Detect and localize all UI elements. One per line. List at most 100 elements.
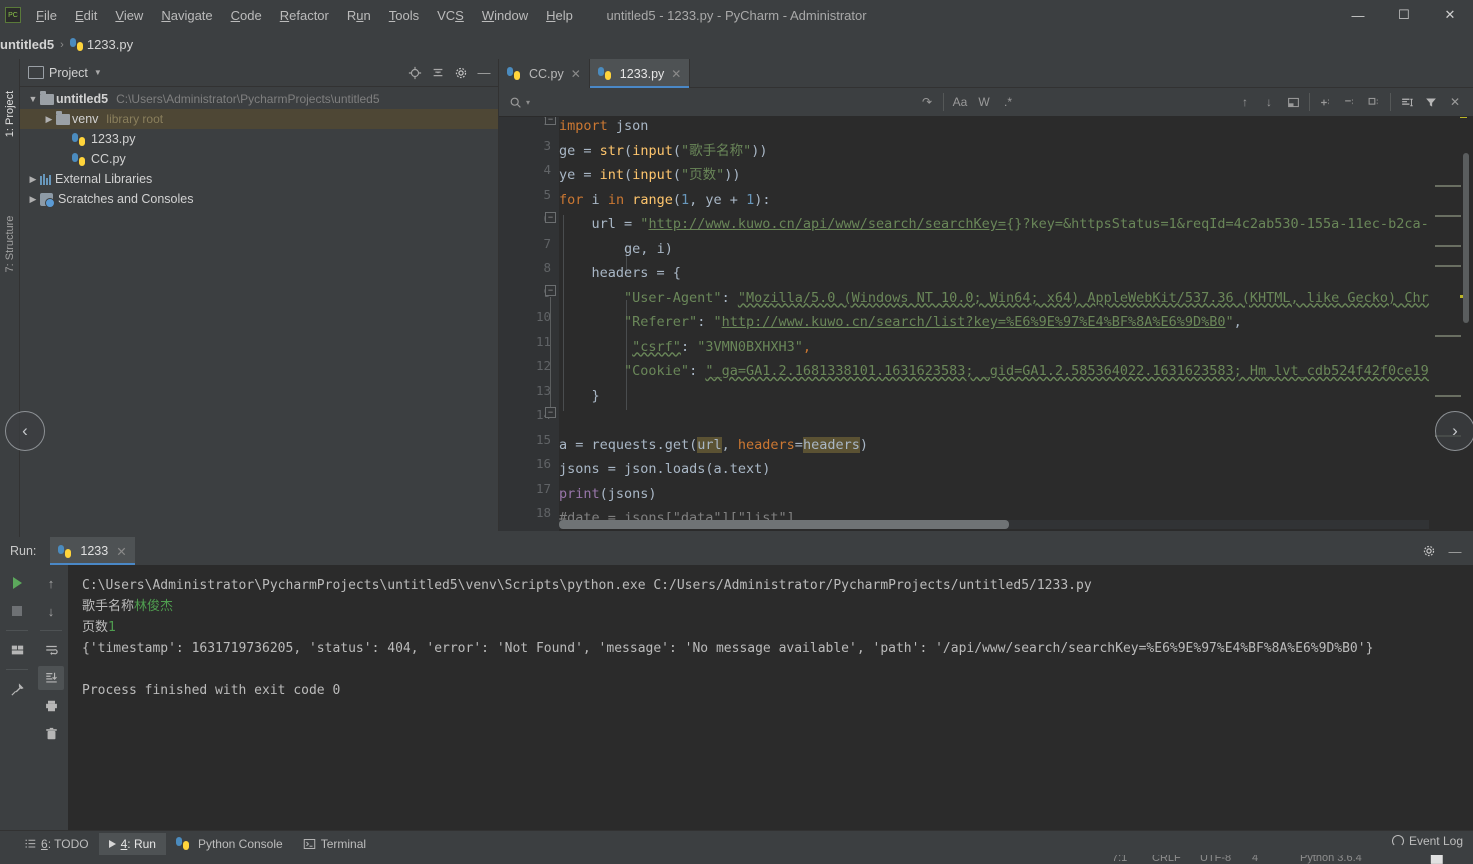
add-icon[interactable] <box>1314 91 1338 113</box>
project-panel-title: Project <box>49 66 88 80</box>
tree-item-scratches[interactable]: ▶ Scratches and Consoles <box>20 189 498 209</box>
console-output[interactable]: C:\Users\Administrator\PycharmProjects\u… <box>68 565 1473 830</box>
clear-all-button[interactable] <box>38 722 64 746</box>
filter-icon[interactable] <box>1419 91 1443 113</box>
locate-icon[interactable] <box>405 63 425 83</box>
tree-item-1233py[interactable]: 1233.py <box>20 129 498 149</box>
remove-icon[interactable] <box>1338 91 1362 113</box>
vertical-scrollbar-thumb[interactable] <box>1463 153 1469 323</box>
search-text-field[interactable] <box>534 95 874 109</box>
file-encoding[interactable]: UTF-8 <box>1200 855 1231 864</box>
edit-icon[interactable] <box>1362 91 1386 113</box>
menu-tools[interactable]: Tools <box>380 4 428 27</box>
layout-button[interactable] <box>4 638 30 662</box>
menu-navigate[interactable]: Navigate <box>152 4 221 27</box>
tree-item-untitled5[interactable]: ▼ untitled5 C:\Users\Administrator\Pycha… <box>20 89 498 109</box>
tool-tab-structure[interactable]: 7: Structure <box>0 214 20 274</box>
up-arrow-button[interactable]: ↑ <box>38 571 64 595</box>
whole-words-toggle[interactable]: W <box>972 91 996 113</box>
close-button[interactable]: ✕ <box>1427 0 1473 30</box>
run-icon <box>109 840 116 848</box>
menu-edit[interactable]: Edit <box>66 4 106 27</box>
chevron-right-icon[interactable]: ▶ <box>26 174 40 185</box>
view-options-icon[interactable] <box>1395 91 1419 113</box>
status-tab-label: Python Console <box>198 837 283 851</box>
tool-tab-project[interactable]: 1: Project <box>0 84 20 144</box>
status-tab-python-console[interactable]: Python Console <box>166 833 293 855</box>
search-input[interactable]: ▾ <box>505 91 915 113</box>
menu-refactor[interactable]: Refactor <box>271 4 338 27</box>
menu-code[interactable]: Code <box>222 4 271 27</box>
chevron-down-icon[interactable]: ▼ <box>26 94 40 104</box>
menu-vcs[interactable]: VCS <box>428 4 473 27</box>
rerun-button[interactable] <box>4 571 30 595</box>
down-arrow-icon[interactable]: ↓ <box>1257 91 1281 113</box>
warning-marker[interactable] <box>1460 117 1467 118</box>
next-file-nav-button[interactable]: › <box>1435 411 1473 451</box>
horizontal-scrollbar-thumb[interactable] <box>559 520 1009 529</box>
breadcrumb-project[interactable]: untitled5 <box>0 37 54 52</box>
run-panel-actions: — <box>1419 541 1473 561</box>
close-icon[interactable]: ✕ <box>671 67 681 81</box>
prev-file-nav-button[interactable]: ‹ <box>5 411 45 451</box>
line-number: 2 <box>499 117 551 134</box>
menu-file[interactable]: File <box>27 4 66 27</box>
tree-item-ccpy[interactable]: CC.py <box>20 149 498 169</box>
editor-tab-filler <box>690 59 1473 88</box>
regex-toggle[interactable]: .* <box>996 91 1020 113</box>
line-separator[interactable]: CRLF <box>1152 855 1181 864</box>
menu-view[interactable]: View <box>106 4 152 27</box>
fold-marker-headers-open[interactable]: − <box>545 285 556 296</box>
stop-button[interactable] <box>4 599 30 623</box>
settings-gear-icon[interactable] <box>1419 541 1439 561</box>
down-arrow-button[interactable]: ↓ <box>38 599 64 623</box>
hide-panel-icon[interactable]: — <box>474 63 494 83</box>
search-icon <box>509 96 522 109</box>
caret-position[interactable]: 7:1 <box>1112 855 1127 864</box>
hide-panel-icon[interactable]: — <box>1445 541 1465 561</box>
chevron-right-icon[interactable]: ▶ <box>26 194 40 205</box>
soft-wrap-button[interactable] <box>38 638 64 662</box>
regex-toggle-icon[interactable]: ↷ <box>915 91 939 113</box>
event-log-button[interactable]: Event Log <box>1392 834 1463 848</box>
editor-tab-ccpy[interactable]: CC.py ✕ <box>499 59 590 88</box>
scroll-to-end-button[interactable] <box>38 666 64 690</box>
status-tab-run[interactable]: 4: Run <box>99 833 166 855</box>
close-icon[interactable]: ✕ <box>1443 91 1467 113</box>
console-line-prompt-2: 页数 <box>82 620 108 635</box>
fold-marker-headers-close[interactable]: − <box>545 407 556 418</box>
menu-window[interactable]: Window <box>473 4 537 27</box>
status-tab-todo[interactable]: 6: TODO <box>14 833 99 855</box>
run-tab-1233[interactable]: 1233 ✕ <box>50 537 134 565</box>
chevron-down-icon[interactable]: ▼ <box>94 68 102 77</box>
indent-size[interactable]: 4 <box>1252 855 1258 864</box>
breadcrumb-file[interactable]: 1233.py <box>87 37 133 52</box>
match-case-toggle[interactable]: Aa <box>948 91 972 113</box>
pin-button[interactable] <box>4 677 30 701</box>
fold-marker-import[interactable]: − <box>545 117 556 125</box>
fold-marker-for[interactable]: − <box>545 212 556 223</box>
code-editor[interactable]: 2 3 4 5 6 7 8 9 10 11 12 13 14 15 16 17 … <box>499 117 1473 531</box>
maximize-button[interactable]: ☐ <box>1381 0 1427 30</box>
project-tree: ▼ untitled5 C:\Users\Administrator\Pycha… <box>20 87 498 209</box>
collapse-all-icon[interactable] <box>428 63 448 83</box>
menu-run[interactable]: Run <box>338 4 380 27</box>
open-in-find-window-icon[interactable] <box>1281 91 1305 113</box>
lock-icon[interactable]: ⬜ <box>1430 855 1444 864</box>
menu-help[interactable]: Help <box>537 4 582 27</box>
up-arrow-icon[interactable]: ↑ <box>1233 91 1257 113</box>
minimize-button[interactable]: — <box>1335 0 1381 30</box>
settings-gear-icon[interactable] <box>451 63 471 83</box>
print-button[interactable] <box>38 694 64 718</box>
line-number: 16 <box>499 452 551 477</box>
code-text[interactable]: import json ge = str(input("歌手名称")) ye =… <box>559 117 1473 531</box>
tree-item-venv[interactable]: ▶ venv library root <box>20 109 498 129</box>
chevron-right-icon[interactable]: ▶ <box>42 114 56 125</box>
close-icon[interactable]: ✕ <box>116 544 126 559</box>
tree-item-external-libraries[interactable]: ▶ External Libraries <box>20 169 498 189</box>
close-icon[interactable]: ✕ <box>571 67 581 81</box>
python-interpreter[interactable]: Python 3.6.4 <box>1300 855 1362 864</box>
editor-marker-gutter <box>1429 117 1473 531</box>
editor-tab-1233py[interactable]: 1233.py ✕ <box>590 59 691 88</box>
status-tab-terminal[interactable]: Terminal <box>293 833 376 855</box>
